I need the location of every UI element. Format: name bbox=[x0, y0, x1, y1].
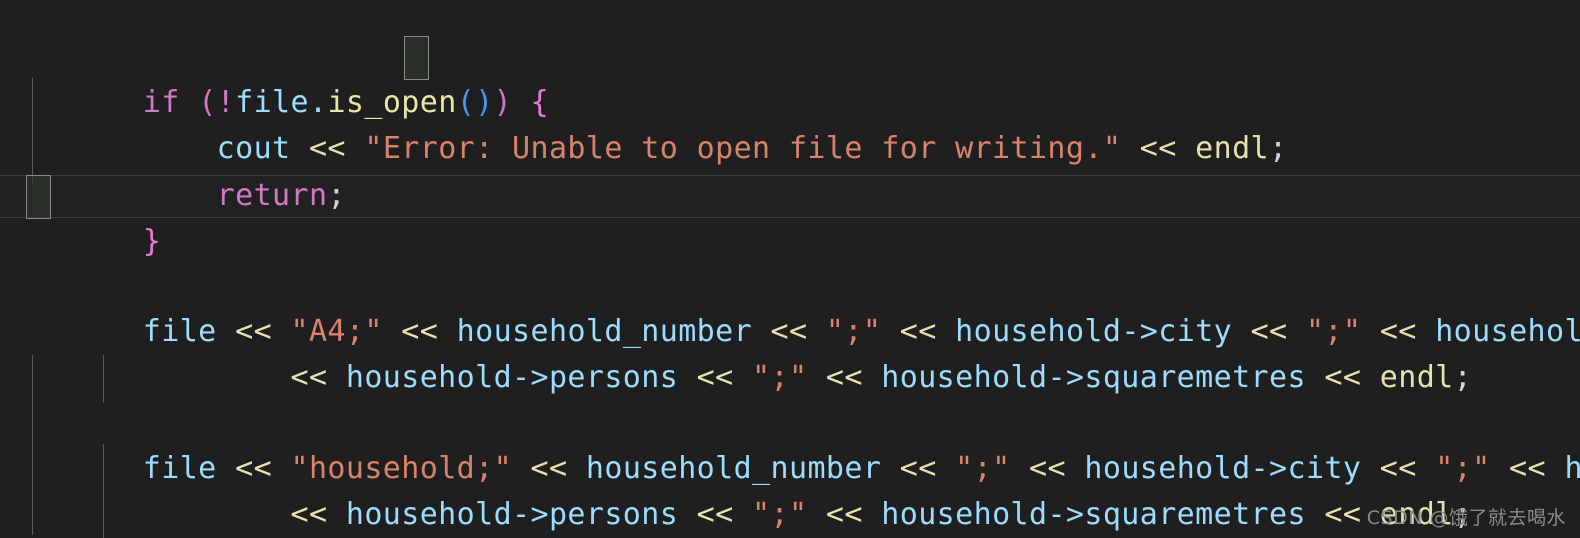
code-line-3[interactable]: return; bbox=[32, 127, 346, 213]
token-semicolon: ; bbox=[1453, 360, 1473, 395]
code-content: if (!file.is_open()) { cout << "Error: U… bbox=[0, 0, 1580, 538]
code-editor[interactable]: if (!file.is_open()) { cout << "Error: U… bbox=[0, 0, 1580, 538]
code-line-7[interactable]: << household->persons << ";" << househol… bbox=[32, 309, 1472, 395]
token-identifier-household: household bbox=[1564, 451, 1580, 486]
token-member-squaremetres: household->squaremetres bbox=[881, 360, 1306, 395]
token-stream-operator: << bbox=[1490, 451, 1565, 486]
code-line-4[interactable]: } bbox=[32, 173, 161, 259]
token-string-separator: ";" bbox=[752, 497, 808, 532]
token-stream-operator: << bbox=[1121, 131, 1196, 166]
token-stream-operator: << bbox=[807, 497, 882, 532]
code-line-2[interactable]: cout << "Error: Unable to open file for … bbox=[32, 80, 1287, 166]
token-string-error-message: "Error: Unable to open file for writing.… bbox=[364, 131, 1122, 166]
token-semicolon: ; bbox=[1269, 131, 1288, 166]
token-endl: endl bbox=[1379, 360, 1454, 395]
token-stream-operator: << bbox=[678, 360, 753, 395]
token-brace-close: } bbox=[142, 224, 162, 259]
token-stream-operator: << bbox=[678, 497, 753, 532]
code-line-10[interactable]: << household->persons << ";" << househol… bbox=[32, 446, 1472, 532]
code-line-1[interactable]: if (!file.is_open()) { bbox=[32, 34, 549, 120]
code-line-9[interactable]: file << "household;" << household_number… bbox=[32, 400, 1580, 486]
token-string-separator: ";" bbox=[752, 360, 808, 395]
watermark: CSDN @饿了就去喝水 bbox=[1366, 507, 1566, 529]
token-stream-operator: << bbox=[807, 360, 882, 395]
token-keyword-return: return bbox=[216, 178, 328, 213]
token-stream-operator: << bbox=[290, 497, 346, 532]
token-semicolon: ; bbox=[327, 178, 346, 213]
token-stream-operator: << bbox=[290, 360, 346, 395]
token-member-persons: household->persons bbox=[345, 360, 679, 395]
code-line-6[interactable]: file << "A4;" << household_number << ";"… bbox=[32, 263, 1580, 349]
token-member-squaremetres: household->squaremetres bbox=[881, 497, 1306, 532]
token-stream-operator: << bbox=[1305, 360, 1380, 395]
token-member-persons: household->persons bbox=[345, 497, 679, 532]
token-endl: endl bbox=[1195, 131, 1270, 166]
